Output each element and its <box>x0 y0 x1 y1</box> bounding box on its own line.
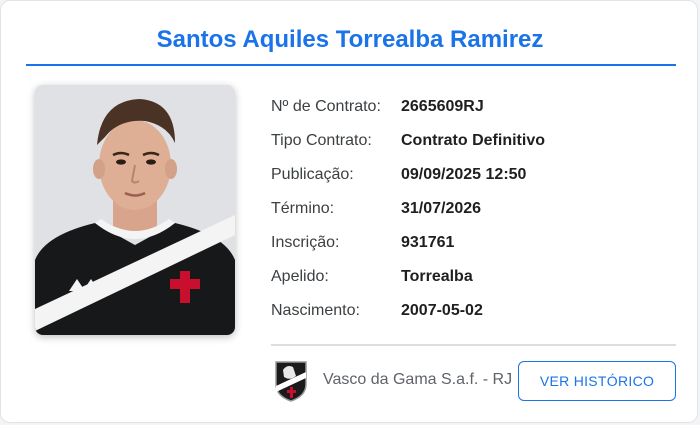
contract-number-label: Nº de Contrato: <box>271 98 381 115</box>
registration-value: 931761 <box>401 234 455 251</box>
player-photo <box>35 85 235 335</box>
player-card: Santos Aquiles Torrealba Ramirez Nº de C… <box>0 0 698 423</box>
contract-type-value: Contrato Definitivo <box>401 132 545 149</box>
birth-date-label: Nascimento: <box>271 302 360 319</box>
vasco-crest-icon <box>273 360 309 402</box>
footer-divider <box>271 344 676 346</box>
publication-value: 09/09/2025 12:50 <box>401 166 527 183</box>
publication-label: Publicação: <box>271 166 354 183</box>
nickname-value: Torrealba <box>401 268 473 285</box>
view-history-button[interactable]: VER HISTÓRICO <box>518 361 676 401</box>
nickname-label: Apelido: <box>271 268 329 285</box>
contract-number-value: 2665609RJ <box>401 98 484 115</box>
registration-label: Inscrição: <box>271 234 340 251</box>
contract-type-label: Tipo Contrato: <box>271 132 372 149</box>
player-name: Santos Aquiles Torrealba Ramirez <box>156 26 544 53</box>
end-date-label: Término: <box>271 200 335 217</box>
birth-date-value: 2007-05-02 <box>401 302 483 319</box>
end-date-value: 31/07/2026 <box>401 200 482 217</box>
club-name: Vasco da Gama S.a.f. - RJ <box>323 371 513 388</box>
title-divider <box>26 64 676 66</box>
